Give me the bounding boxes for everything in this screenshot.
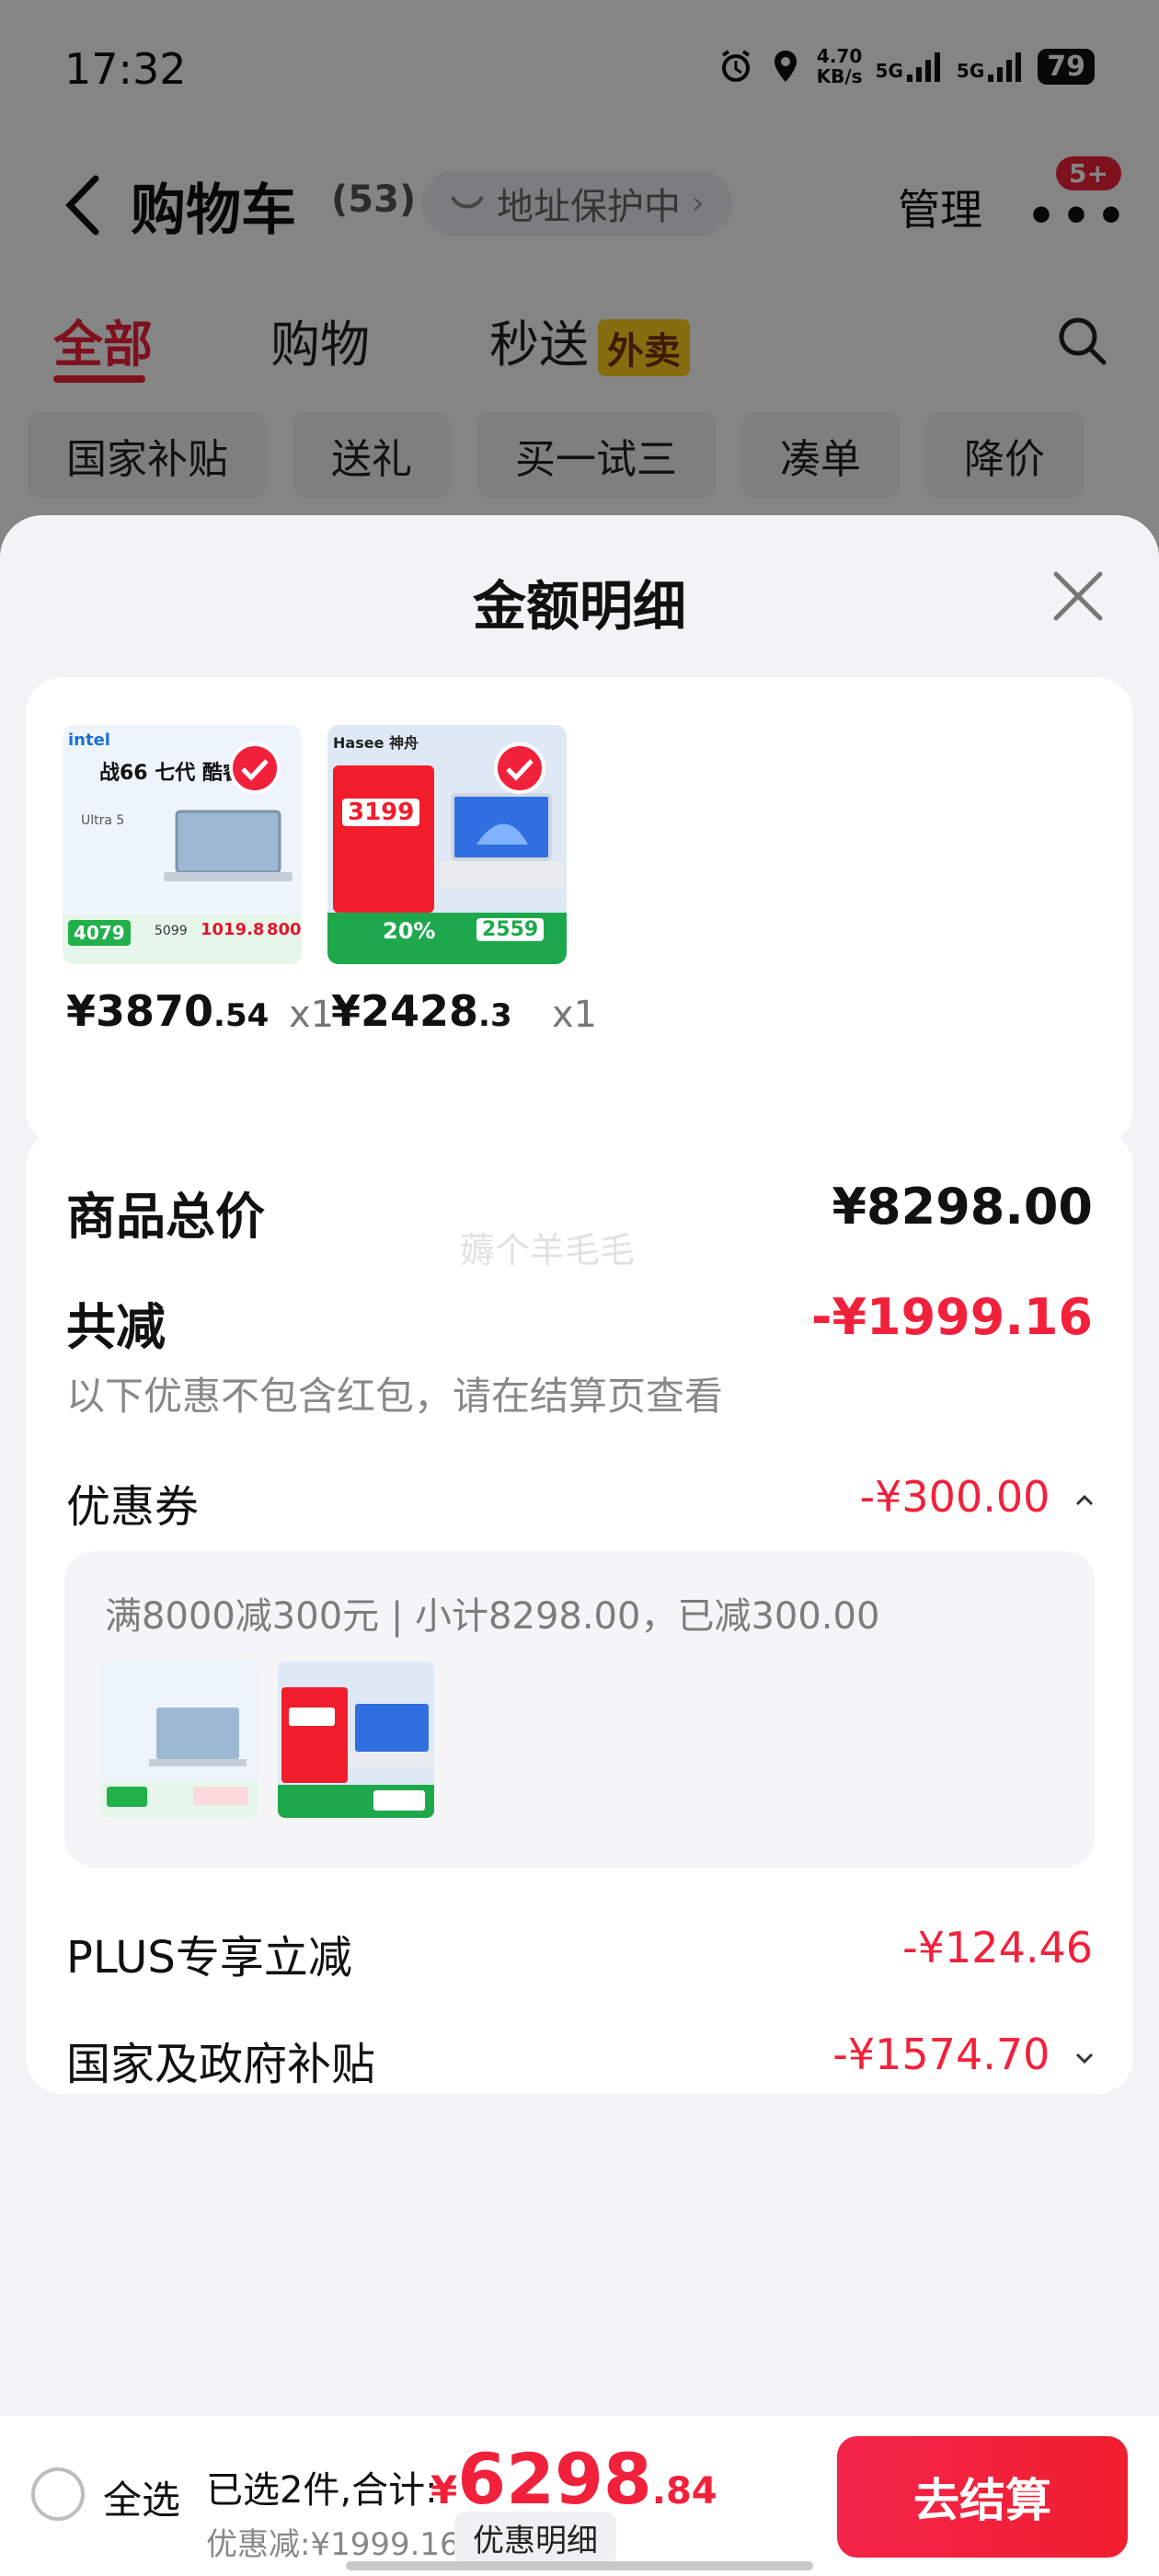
coupon-detail-text: 满8000减300元 | 小计8298.00，已减300.00 xyxy=(105,1595,880,1638)
coupon-product-thumb xyxy=(101,1662,258,1818)
products-card: intel 战66 七代 酷睿 Ultra 5 4079 5099 1019.8… xyxy=(26,677,1133,1146)
coupon-product-thumb xyxy=(278,1662,434,1818)
plus-discount-value: -¥124.46 xyxy=(902,1923,1093,1972)
home-indicator[interactable] xyxy=(346,2561,813,2570)
gov-subsidy-value[interactable]: -¥1574.70 xyxy=(832,2030,1096,2079)
discount-summary: 优惠减:¥1999.16 xyxy=(206,2526,460,2563)
plus-discount-label: PLUS专享立减 xyxy=(66,1932,352,1984)
product-price: ¥2428.3 xyxy=(331,986,512,1036)
art-price: 4079 xyxy=(68,920,131,946)
select-all-radio[interactable] xyxy=(31,2467,85,2521)
coupon-value[interactable]: -¥300.00 xyxy=(860,1472,1096,1522)
total-price-label: 商品总价 xyxy=(66,1188,265,1246)
total-amount: ¥6298.84 xyxy=(430,2438,717,2520)
selected-count-text: 已选2件,合计: xyxy=(206,2469,438,2512)
chevron-down-icon xyxy=(1075,2053,1094,2064)
art-price: 5099 xyxy=(155,924,188,938)
art-price: 1019.8 xyxy=(201,920,265,939)
brand-label: intel xyxy=(68,730,110,750)
product-sub: Ultra 5 xyxy=(81,813,125,828)
amount-detail-sheet: 金额明细 intel 战66 七代 酷睿 Ultra 5 4079 5099 1… xyxy=(0,515,1159,2576)
laptop-thumb-icon xyxy=(101,1662,258,1818)
laptop-icon xyxy=(164,810,293,881)
product-qty: x1 xyxy=(552,994,598,1036)
brand-label: Hasee 神舟 xyxy=(333,734,419,752)
laptop-thumb-icon xyxy=(278,1662,434,1818)
checkout-bar: 全选 已选2件,合计: ¥6298.84 优惠减:¥1999.16 优惠明细 去… xyxy=(0,2416,1159,2576)
product-qty: x1 xyxy=(289,994,335,1036)
sheet-title: 金额明细 xyxy=(472,575,686,638)
coupon-label: 优惠券 xyxy=(66,1481,200,1533)
product-image: Hasee 神舟 3199 20% 2559 xyxy=(327,725,567,964)
select-all-label[interactable]: 全选 xyxy=(103,2469,180,2525)
checkout-button[interactable]: 去结算 xyxy=(837,2436,1128,2558)
gov-subsidy-label: 国家及政府补贴 xyxy=(66,2039,376,2090)
coupon-detail-box: 满8000减300元 | 小计8298.00，已减300.00 xyxy=(64,1551,1095,1868)
product-item[interactable]: intel 战66 七代 酷睿 Ultra 5 4079 5099 1019.8… xyxy=(63,725,334,1036)
reduce-note: 以下优惠不包含红包，请在结算页查看 xyxy=(66,1374,724,1419)
art-price: 3199 xyxy=(342,799,420,826)
watermark: 薅个羊毛毛 xyxy=(460,1230,636,1271)
promo-panel xyxy=(333,765,434,913)
product-headline: 战66 七代 酷睿 xyxy=(99,762,243,785)
chevron-up-icon xyxy=(1075,1494,1094,1505)
total-reduce-label: 共减 xyxy=(66,1298,166,1356)
close-icon[interactable] xyxy=(1050,569,1106,624)
product-image: intel 战66 七代 酷睿 Ultra 5 4079 5099 1019.8… xyxy=(63,725,302,964)
price-summary-card: 商品总价 ¥8298.00 薅个羊毛毛 共减 -¥1999.16 以下优惠不包含… xyxy=(26,1130,1133,2094)
selected-check-icon xyxy=(494,742,545,794)
total-reduce-value: -¥1999.16 xyxy=(811,1288,1093,1346)
laptop-icon xyxy=(440,793,563,889)
product-price: ¥3870.54 xyxy=(66,986,270,1036)
art-price: 2559 xyxy=(476,918,545,941)
product-item[interactable]: Hasee 神舟 3199 20% 2559 ¥2428.3 x1 xyxy=(327,725,597,1036)
total-price-value: ¥8298.00 xyxy=(832,1178,1093,1236)
selected-check-icon xyxy=(229,742,281,794)
discount-detail-button[interactable]: 优惠明细 xyxy=(454,2512,616,2564)
art-price: 800 xyxy=(267,920,302,939)
art-tag: 20% xyxy=(383,918,436,944)
